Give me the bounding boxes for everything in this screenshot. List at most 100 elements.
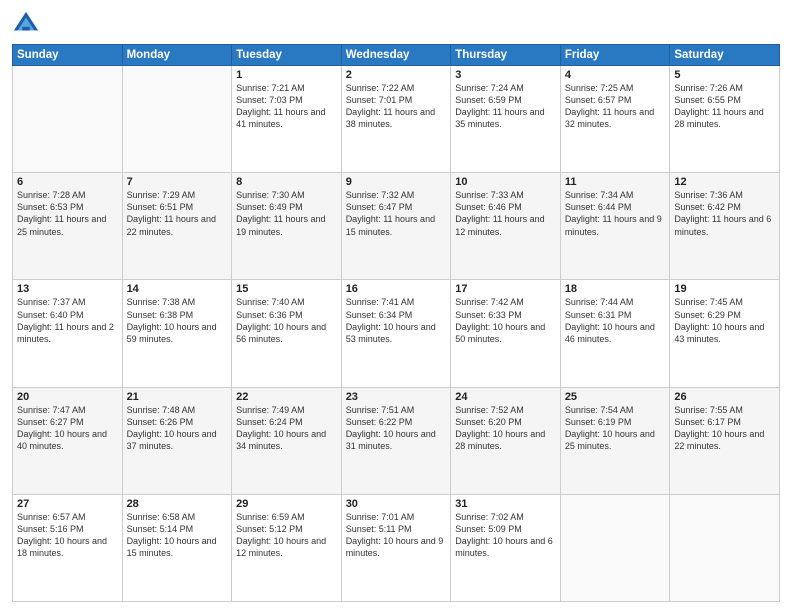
day-number: 2 [346,69,447,81]
day-number: 14 [127,283,228,295]
table-row: 31Sunrise: 7:02 AM Sunset: 5:09 PM Dayli… [451,494,561,601]
day-number: 28 [127,498,228,510]
table-row: 4Sunrise: 7:25 AM Sunset: 6:57 PM Daylig… [560,66,670,173]
table-row: 28Sunrise: 6:58 AM Sunset: 5:14 PM Dayli… [122,494,232,601]
day-info: Sunrise: 7:55 AM Sunset: 6:17 PM Dayligh… [674,404,775,453]
day-info: Sunrise: 7:51 AM Sunset: 6:22 PM Dayligh… [346,404,447,453]
table-row: 15Sunrise: 7:40 AM Sunset: 6:36 PM Dayli… [232,280,342,387]
day-info: Sunrise: 7:52 AM Sunset: 6:20 PM Dayligh… [455,404,556,453]
day-info: Sunrise: 7:21 AM Sunset: 7:03 PM Dayligh… [236,82,337,131]
day-number: 15 [236,283,337,295]
day-info: Sunrise: 6:58 AM Sunset: 5:14 PM Dayligh… [127,511,228,560]
col-monday: Monday [122,45,232,66]
day-number: 1 [236,69,337,81]
table-row: 22Sunrise: 7:49 AM Sunset: 6:24 PM Dayli… [232,387,342,494]
day-info: Sunrise: 7:02 AM Sunset: 5:09 PM Dayligh… [455,511,556,560]
day-info: Sunrise: 7:40 AM Sunset: 6:36 PM Dayligh… [236,296,337,345]
day-number: 8 [236,176,337,188]
table-row: 14Sunrise: 7:38 AM Sunset: 6:38 PM Dayli… [122,280,232,387]
col-sunday: Sunday [13,45,123,66]
table-row: 10Sunrise: 7:33 AM Sunset: 6:46 PM Dayli… [451,173,561,280]
table-row: 24Sunrise: 7:52 AM Sunset: 6:20 PM Dayli… [451,387,561,494]
table-row: 8Sunrise: 7:30 AM Sunset: 6:49 PM Daylig… [232,173,342,280]
day-number: 21 [127,391,228,403]
table-row: 18Sunrise: 7:44 AM Sunset: 6:31 PM Dayli… [560,280,670,387]
table-row: 23Sunrise: 7:51 AM Sunset: 6:22 PM Dayli… [341,387,451,494]
day-number: 27 [17,498,118,510]
day-info: Sunrise: 7:49 AM Sunset: 6:24 PM Dayligh… [236,404,337,453]
day-number: 17 [455,283,556,295]
calendar-week-row: 13Sunrise: 7:37 AM Sunset: 6:40 PM Dayli… [13,280,780,387]
day-info: Sunrise: 7:26 AM Sunset: 6:55 PM Dayligh… [674,82,775,131]
day-number: 3 [455,69,556,81]
table-row: 7Sunrise: 7:29 AM Sunset: 6:51 PM Daylig… [122,173,232,280]
day-info: Sunrise: 7:01 AM Sunset: 5:11 PM Dayligh… [346,511,447,560]
calendar-week-row: 27Sunrise: 6:57 AM Sunset: 5:16 PM Dayli… [13,494,780,601]
table-row [13,66,123,173]
day-number: 24 [455,391,556,403]
day-number: 19 [674,283,775,295]
day-info: Sunrise: 7:48 AM Sunset: 6:26 PM Dayligh… [127,404,228,453]
day-info: Sunrise: 7:24 AM Sunset: 6:59 PM Dayligh… [455,82,556,131]
day-info: Sunrise: 7:45 AM Sunset: 6:29 PM Dayligh… [674,296,775,345]
table-row: 21Sunrise: 7:48 AM Sunset: 6:26 PM Dayli… [122,387,232,494]
table-row [560,494,670,601]
calendar-week-row: 1Sunrise: 7:21 AM Sunset: 7:03 PM Daylig… [13,66,780,173]
day-number: 25 [565,391,666,403]
day-info: Sunrise: 7:28 AM Sunset: 6:53 PM Dayligh… [17,189,118,238]
table-row: 13Sunrise: 7:37 AM Sunset: 6:40 PM Dayli… [13,280,123,387]
logo [12,10,44,38]
table-row: 5Sunrise: 7:26 AM Sunset: 6:55 PM Daylig… [670,66,780,173]
day-number: 23 [346,391,447,403]
table-row: 17Sunrise: 7:42 AM Sunset: 6:33 PM Dayli… [451,280,561,387]
day-info: Sunrise: 7:41 AM Sunset: 6:34 PM Dayligh… [346,296,447,345]
day-info: Sunrise: 7:44 AM Sunset: 6:31 PM Dayligh… [565,296,666,345]
table-row: 29Sunrise: 6:59 AM Sunset: 5:12 PM Dayli… [232,494,342,601]
day-info: Sunrise: 6:57 AM Sunset: 5:16 PM Dayligh… [17,511,118,560]
table-row: 2Sunrise: 7:22 AM Sunset: 7:01 PM Daylig… [341,66,451,173]
calendar-week-row: 20Sunrise: 7:47 AM Sunset: 6:27 PM Dayli… [13,387,780,494]
day-info: Sunrise: 7:29 AM Sunset: 6:51 PM Dayligh… [127,189,228,238]
calendar-week-row: 6Sunrise: 7:28 AM Sunset: 6:53 PM Daylig… [13,173,780,280]
col-wednesday: Wednesday [341,45,451,66]
table-row [122,66,232,173]
day-info: Sunrise: 7:38 AM Sunset: 6:38 PM Dayligh… [127,296,228,345]
day-info: Sunrise: 7:22 AM Sunset: 7:01 PM Dayligh… [346,82,447,131]
day-number: 11 [565,176,666,188]
table-row: 27Sunrise: 6:57 AM Sunset: 5:16 PM Dayli… [13,494,123,601]
day-info: Sunrise: 7:47 AM Sunset: 6:27 PM Dayligh… [17,404,118,453]
day-number: 16 [346,283,447,295]
col-tuesday: Tuesday [232,45,342,66]
table-row: 11Sunrise: 7:34 AM Sunset: 6:44 PM Dayli… [560,173,670,280]
table-row: 26Sunrise: 7:55 AM Sunset: 6:17 PM Dayli… [670,387,780,494]
table-row: 20Sunrise: 7:47 AM Sunset: 6:27 PM Dayli… [13,387,123,494]
header [12,10,780,38]
table-row: 6Sunrise: 7:28 AM Sunset: 6:53 PM Daylig… [13,173,123,280]
day-number: 10 [455,176,556,188]
table-row [670,494,780,601]
day-info: Sunrise: 7:54 AM Sunset: 6:19 PM Dayligh… [565,404,666,453]
page: Sunday Monday Tuesday Wednesday Thursday… [0,0,792,612]
table-row: 16Sunrise: 7:41 AM Sunset: 6:34 PM Dayli… [341,280,451,387]
day-number: 12 [674,176,775,188]
day-number: 20 [17,391,118,403]
day-info: Sunrise: 7:30 AM Sunset: 6:49 PM Dayligh… [236,189,337,238]
day-info: Sunrise: 7:25 AM Sunset: 6:57 PM Dayligh… [565,82,666,131]
day-info: Sunrise: 7:32 AM Sunset: 6:47 PM Dayligh… [346,189,447,238]
day-info: Sunrise: 7:33 AM Sunset: 6:46 PM Dayligh… [455,189,556,238]
day-number: 4 [565,69,666,81]
day-info: Sunrise: 7:34 AM Sunset: 6:44 PM Dayligh… [565,189,666,238]
day-number: 26 [674,391,775,403]
day-number: 31 [455,498,556,510]
day-number: 30 [346,498,447,510]
day-number: 13 [17,283,118,295]
day-number: 6 [17,176,118,188]
table-row: 19Sunrise: 7:45 AM Sunset: 6:29 PM Dayli… [670,280,780,387]
table-row: 3Sunrise: 7:24 AM Sunset: 6:59 PM Daylig… [451,66,561,173]
day-info: Sunrise: 7:42 AM Sunset: 6:33 PM Dayligh… [455,296,556,345]
day-info: Sunrise: 7:36 AM Sunset: 6:42 PM Dayligh… [674,189,775,238]
logo-icon [12,10,40,38]
table-row: 12Sunrise: 7:36 AM Sunset: 6:42 PM Dayli… [670,173,780,280]
day-number: 18 [565,283,666,295]
table-row: 9Sunrise: 7:32 AM Sunset: 6:47 PM Daylig… [341,173,451,280]
